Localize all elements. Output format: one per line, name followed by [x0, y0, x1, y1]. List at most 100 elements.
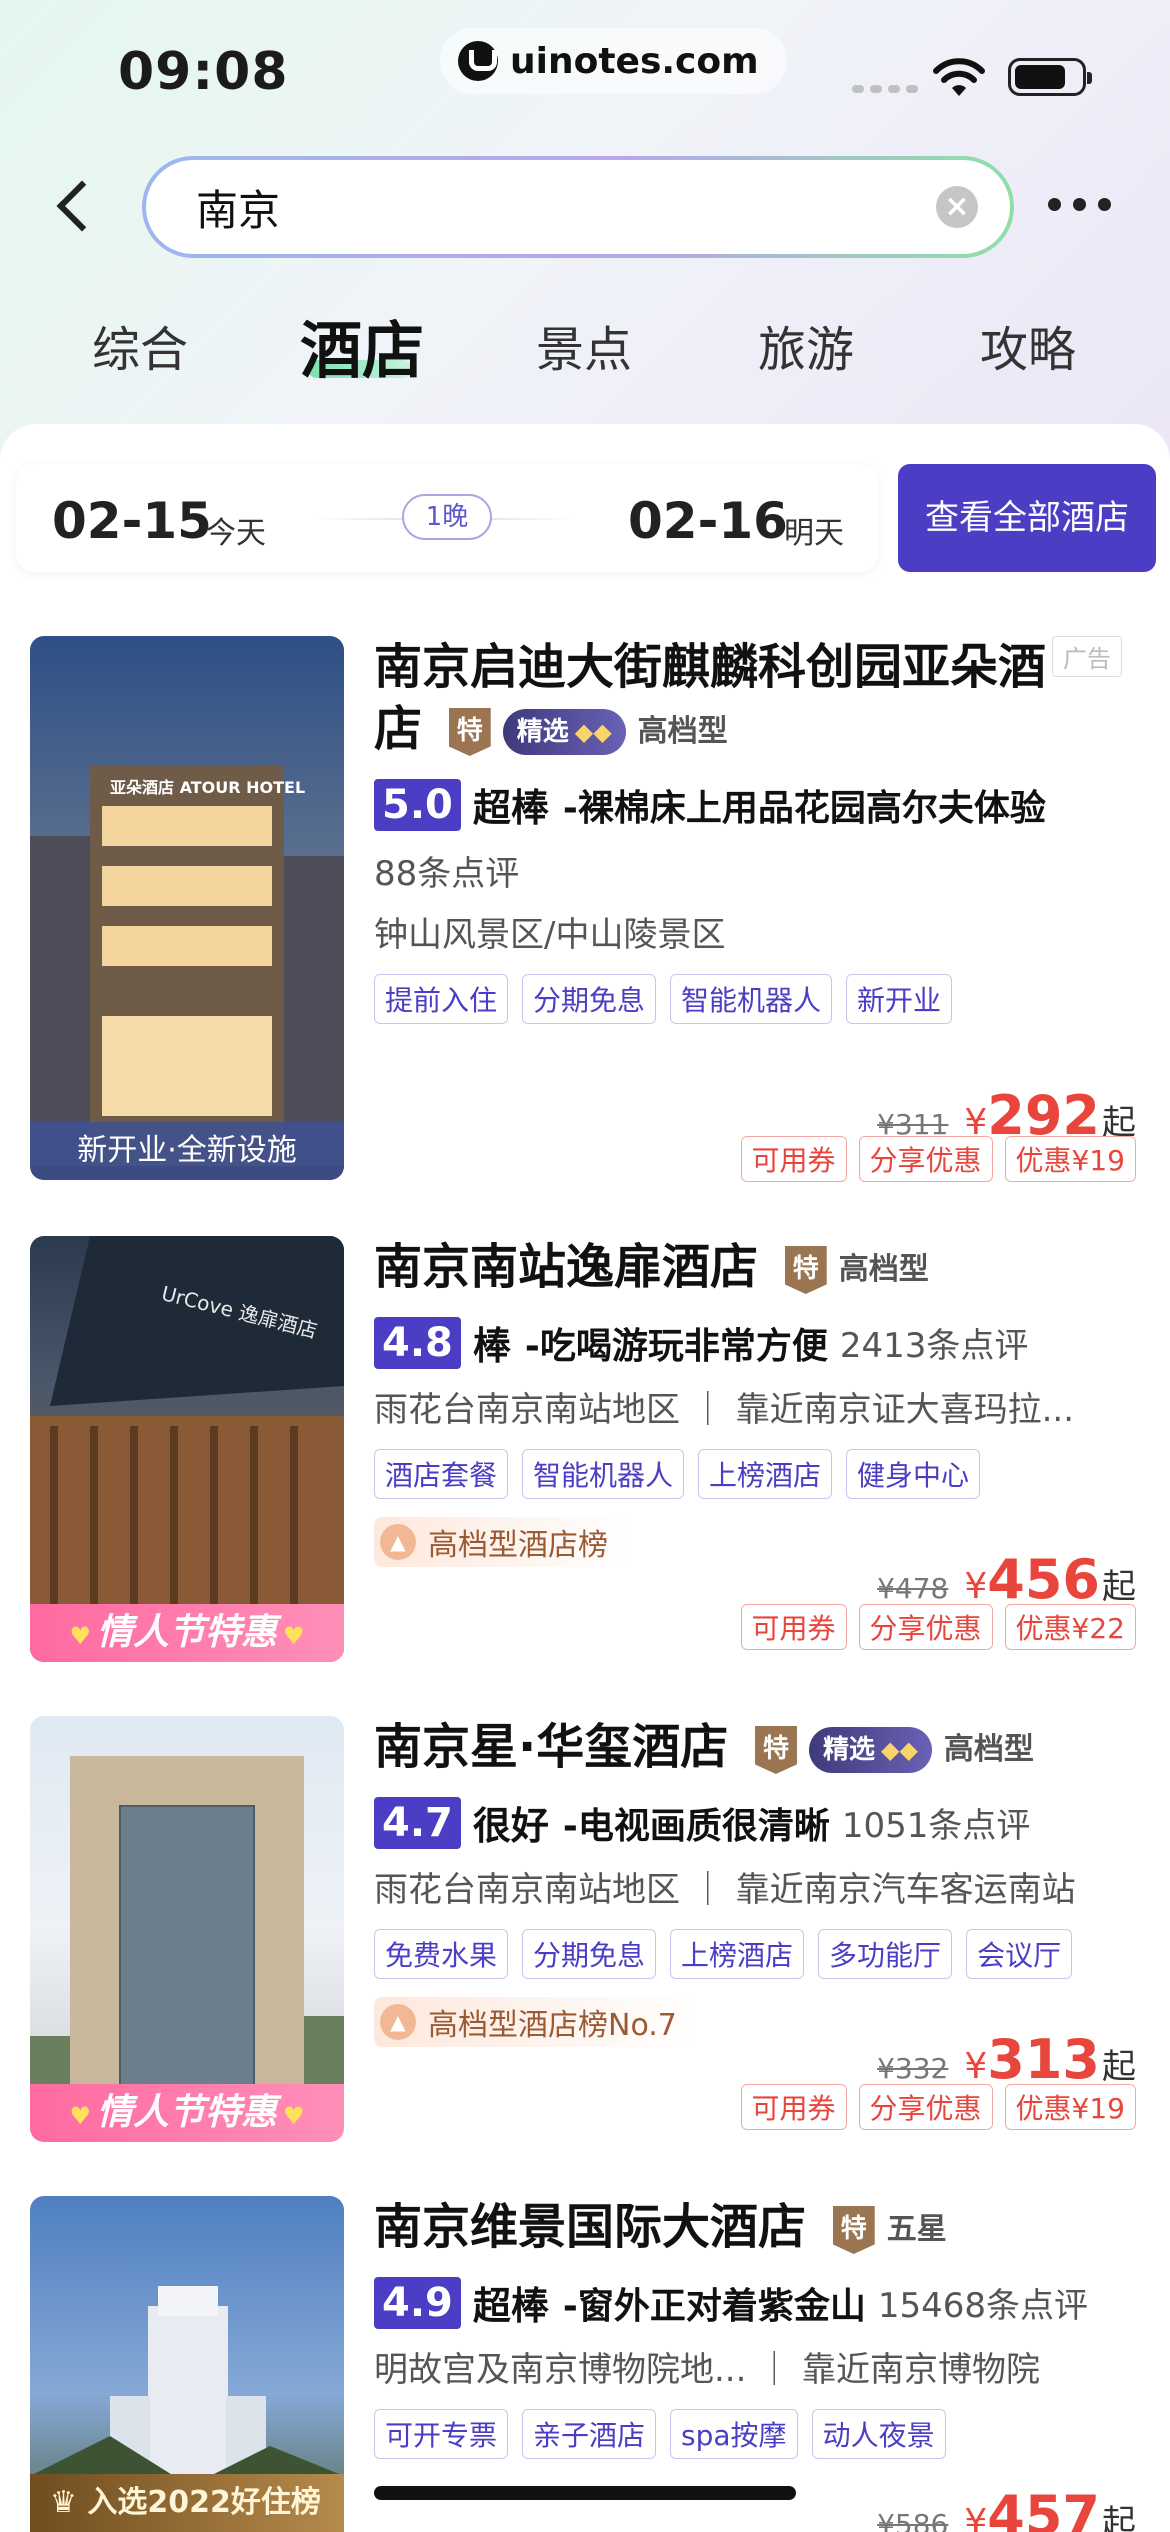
price-row: ¥478 ¥ 456 起	[877, 1548, 1136, 1611]
rating-row: 4.8 棒 -吃喝游玩非常方便 2413条点评	[374, 1315, 1144, 1370]
special-badge: 特	[448, 708, 491, 756]
review-highlight: -裸棉床上用品花园高尔夫体验	[562, 787, 1046, 829]
feature-tag: 会议厅	[966, 1929, 1073, 1979]
hotel-level: 高档型	[637, 714, 728, 749]
hotel-info: 广告 南京启迪大街麒麟科创园亚朵酒店 特 精选 ◆◆ 高档型 5.0 超棒 -裸棉…	[374, 636, 1144, 1024]
checkout-date[interactable]: 02-16	[628, 492, 788, 550]
hotel-photo[interactable]: ♥ 情人节特惠 ♥	[30, 1716, 344, 2142]
tag-list: 免费水果 分期免息 上榜酒店 多功能厅 会议厅	[374, 1929, 1144, 1979]
tab-guides[interactable]: 攻略	[980, 310, 1076, 380]
back-arrow-icon[interactable]	[48, 180, 98, 230]
hotel-name[interactable]: 南京启迪大街麒麟科创园亚朵酒店 特 精选 ◆◆ 高档型	[374, 636, 1144, 763]
rating-row: 5.0 超棒 -裸棉床上用品花园高尔夫体验	[374, 777, 1144, 832]
hotel-card[interactable]: ♛ 入选2022好住榜 南京维景国际大酒店 特 五星 4.9 超棒 -窗外正对着…	[0, 2196, 1170, 2532]
diamond-icon: ◆◆	[574, 718, 612, 746]
promo-tag: 可用券	[740, 2084, 847, 2130]
ranking-badge[interactable]: ▲ 高档型酒店榜No.7	[374, 1997, 699, 2047]
hotel-info: 南京星·华玺酒店 特 精选 ◆◆ 高档型 4.7 很好 -电视画质很清晰 1051…	[374, 1716, 1144, 2047]
results-panel: 02-15 今天 1晚 02-16 明天 查看全部酒店 亚朵酒店 ATOUR H…	[0, 424, 1170, 2532]
special-badge: 特	[832, 2206, 875, 2254]
heart-icon: ♥	[283, 2102, 305, 2130]
hotel-location: 雨花台南京南站地区 ｜ 靠近南京证大喜玛拉...	[374, 1390, 1075, 1430]
tab-general[interactable]: 综合	[92, 310, 188, 380]
rating-word: 超棒	[472, 786, 549, 830]
promo-tag: 可用券	[740, 1604, 847, 1650]
feature-tag: spa按摩	[670, 2409, 798, 2459]
rating-word: 超棒	[472, 2284, 549, 2328]
hotel-photo[interactable]: ♛ 入选2022好住榜	[30, 2196, 344, 2532]
hotel-name[interactable]: 南京维景国际大酒店 特 五星	[374, 2196, 1144, 2261]
feature-tag: 多功能厅	[818, 1929, 953, 1979]
feature-tag: 可开专票	[374, 2409, 509, 2459]
url-pill[interactable]: uinotes.com	[440, 28, 787, 94]
status-bar: 09:08 uinotes.com	[0, 0, 1170, 150]
search-box[interactable]: ×	[142, 156, 1014, 258]
feature-tag: 分期免息	[522, 974, 657, 1024]
clear-icon[interactable]: ×	[936, 186, 978, 228]
hotel-photo[interactable]: UrCove 逸扉酒店 ♥ 情人节特惠 ♥	[30, 1236, 344, 1662]
current-price: 457	[987, 2484, 1100, 2532]
featured-badge: 精选 ◆◆	[502, 709, 626, 755]
review-highlight: -电视画质很清晰	[562, 1805, 830, 1847]
tab-travel[interactable]: 旅游	[758, 310, 854, 380]
signal-icon	[852, 85, 918, 93]
promo-tag: 优惠¥22	[1004, 1604, 1136, 1650]
review-count[interactable]: 88条点评	[374, 846, 1144, 895]
feature-tag: 酒店套餐	[374, 1449, 509, 1499]
feature-tag: 上榜酒店	[670, 1929, 805, 1979]
hotel-name[interactable]: 南京星·华玺酒店 特 精选 ◆◆ 高档型	[374, 1716, 1144, 1781]
more-icon[interactable]	[1048, 198, 1111, 211]
tab-bar: 综合 酒店 景点 旅游 攻略	[0, 300, 1170, 390]
hotel-card[interactable]: 亚朵酒店 ATOUR HOTEL 新开业·全新设施 广告 南京启迪大街麒麟科创园…	[0, 636, 1170, 1196]
nights-badge: 1晚	[402, 494, 492, 540]
hotel-building-illustration	[30, 1756, 344, 2097]
special-badge: 特	[754, 1726, 797, 1774]
tab-attractions[interactable]: 景点	[536, 310, 632, 380]
review-count[interactable]: 15468条点评	[878, 2278, 1088, 2327]
promo-tag: 优惠¥19	[1004, 2084, 1136, 2130]
heart-icon: ♥	[283, 1622, 305, 1650]
url-text: uinotes.com	[510, 40, 759, 82]
hotel-level: 高档型	[838, 1252, 929, 1287]
promo-tag: 分享优惠	[858, 1136, 993, 1182]
hotel-name[interactable]: 南京南站逸扉酒店 特 高档型	[374, 1236, 1144, 1301]
rating-row: 4.9 超棒 -窗外正对着紫金山 15468条点评	[374, 2275, 1144, 2330]
hotel-card[interactable]: ♥ 情人节特惠 ♥ 南京星·华玺酒店 特 精选 ◆◆ 高档型 4.7 很好 -电视画质…	[0, 1716, 1170, 2146]
tab-hotel[interactable]: 酒店	[300, 300, 424, 390]
search-input[interactable]	[196, 182, 896, 232]
date-picker[interactable]: 02-15 今天 1晚 02-16 明天	[16, 464, 878, 572]
checkin-date[interactable]: 02-15	[52, 492, 212, 550]
hotel-sign: 亚朵酒店 ATOUR HOTEL	[110, 778, 306, 797]
promo-tag: 可用券	[740, 1136, 847, 1182]
feature-tag: 动人夜景	[811, 2409, 946, 2459]
review-count[interactable]: 1051条点评	[842, 1798, 1031, 1847]
special-badge: 特	[784, 1246, 827, 1294]
feature-tag: 免费水果	[374, 1929, 509, 1979]
review-highlight: -窗外正对着紫金山	[562, 2285, 866, 2327]
feature-tag: 智能机器人	[522, 1449, 685, 1499]
home-indicator[interactable]	[374, 2486, 796, 2500]
ranking-badge[interactable]: ▲ 高档型酒店榜	[374, 1517, 630, 1567]
feature-tag: 新开业	[846, 974, 953, 1024]
wifi-icon	[933, 58, 985, 96]
hotel-card[interactable]: UrCove 逸扉酒店 ♥ 情人节特惠 ♥ 南京南站逸扉酒店 特 高档型 4.8 棒…	[0, 1236, 1170, 1666]
rating-score: 4.9	[374, 2276, 461, 2329]
rating-score: 4.7	[374, 1796, 461, 1849]
feature-tag: 提前入住	[374, 974, 509, 1024]
featured-badge: 精选 ◆◆	[808, 1727, 932, 1773]
checkout-label: 明天	[784, 516, 844, 551]
view-all-hotels-button[interactable]: 查看全部酒店	[898, 464, 1156, 572]
original-price: ¥586	[877, 2508, 949, 2532]
hotel-photo[interactable]: 亚朵酒店 ATOUR HOTEL 新开业·全新设施	[30, 636, 344, 1180]
checkin-label: 今天	[206, 516, 266, 551]
ad-badge: 广告	[1052, 636, 1122, 677]
promo-tag: 优惠¥19	[1004, 1136, 1136, 1182]
feature-tag: 亲子酒店	[522, 2409, 657, 2459]
photo-ribbon: ♥ 情人节特惠 ♥	[30, 1604, 344, 1662]
hotel-building-illustration	[30, 766, 344, 1166]
promo-tag: 分享优惠	[858, 2084, 993, 2130]
rating-row: 4.7 很好 -电视画质很清晰 1051条点评	[374, 1795, 1144, 1850]
feature-tag: 智能机器人	[670, 974, 833, 1024]
photo-ribbon: ♛ 入选2022好住榜	[30, 2474, 344, 2532]
review-count[interactable]: 2413条点评	[840, 1318, 1029, 1367]
